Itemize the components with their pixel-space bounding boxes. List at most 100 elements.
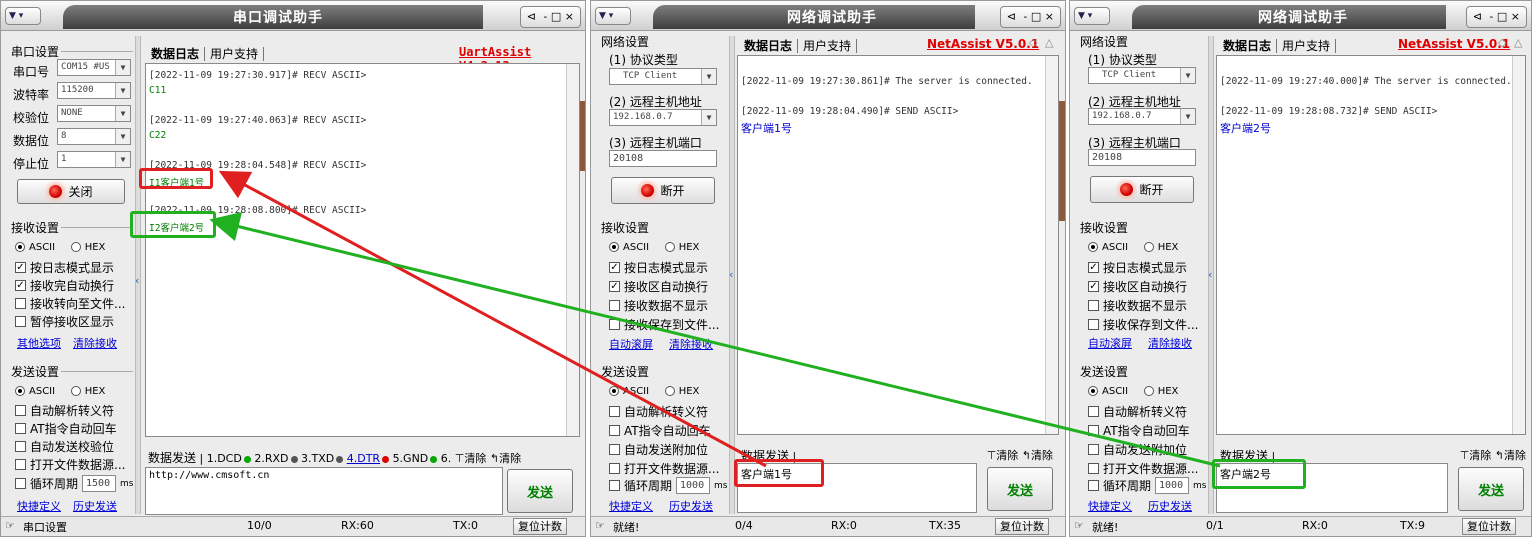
bell-icon[interactable]: △ (1045, 36, 1053, 49)
panel-splitter[interactable]: ‹ (135, 36, 141, 514)
send-hex-radio[interactable] (1143, 386, 1154, 396)
send-option[interactable]: 自动发送校验位 (15, 438, 114, 455)
pin-dtr[interactable]: 4.DTR (347, 452, 380, 465)
clear-recv-link[interactable]: 清除接收 (73, 335, 117, 351)
shortcut-link[interactable]: 快捷定义 (609, 498, 653, 514)
disconnect-button[interactable]: 断开 (1090, 176, 1194, 203)
system-menu-icon[interactable]: ▼ ▾ (595, 7, 631, 25)
send-option[interactable]: 自动发送附加位 (1088, 441, 1187, 458)
send-button[interactable]: 发送 (507, 469, 573, 513)
recv-option[interactable]: 接收转向至文件... (15, 295, 125, 312)
send-option[interactable]: 自动发送附加位 (609, 441, 708, 458)
tab-data-log[interactable]: 数据日志 (741, 39, 795, 53)
send-option[interactable]: 自动解析转义符 (609, 403, 708, 420)
system-menu-icon[interactable]: ▼ ▾ (1074, 7, 1110, 25)
send-option[interactable]: 打开文件数据源... (609, 460, 719, 477)
stopbits-select[interactable]: 1 ▼ (57, 151, 131, 168)
send-option[interactable]: AT指令自动回车 (609, 422, 711, 439)
send-tab-label[interactable]: 数据发送 (148, 451, 196, 465)
send-ascii-radio[interactable] (609, 386, 619, 396)
diamond-icon[interactable]: ◇ (1029, 36, 1037, 49)
recv-ascii-radio[interactable] (609, 242, 619, 252)
shortcut-link[interactable]: 快捷定义 (1088, 498, 1132, 514)
baud-select[interactable]: 115200 ▼ (57, 82, 131, 99)
cycle-input[interactable]: 1000 (676, 477, 711, 494)
recv-hex-radio[interactable] (664, 242, 675, 252)
panel-splitter[interactable]: ‹ (1208, 36, 1214, 514)
send-hex-radio[interactable] (664, 386, 675, 396)
window-controls[interactable]: ⊲ - □ × (999, 6, 1061, 28)
send-option[interactable]: 打开文件数据源... (1088, 460, 1198, 477)
title-bar[interactable]: ▼ ▾ 网络调试助手 ⊲ - □ × (1070, 1, 1531, 31)
recv-hex-radio[interactable] (70, 242, 81, 252)
proto-select[interactable]: TCP Client ▼ (1088, 67, 1196, 84)
log-scrollbar[interactable] (1045, 56, 1058, 434)
recv-option[interactable]: ✓ 接收区自动换行 (1088, 278, 1187, 295)
port-input[interactable]: 20108 (609, 150, 717, 167)
host-select[interactable]: 192.168.0.7 ▼ (609, 109, 717, 126)
auto-scroll-link[interactable]: 自动滚屏 (1088, 335, 1132, 351)
clear-all-button[interactable]: 清除 (1031, 449, 1053, 462)
receive-log-area[interactable]: [2022-11-09 19:27:40.000]# The server is… (1216, 55, 1526, 435)
recv-option[interactable]: ✓ 接收区自动换行 (609, 278, 708, 295)
send-option[interactable]: AT指令自动回车 (1088, 422, 1190, 439)
recv-option[interactable]: 接收数据不显示 (1088, 297, 1187, 314)
receive-log-area[interactable]: [2022-11-09 19:27:30.917]# RECV ASCII> C… (145, 63, 580, 437)
cycle-input[interactable]: 1000 (1155, 477, 1190, 494)
diamond-icon[interactable]: ◇ (1498, 36, 1506, 49)
brand-link[interactable]: NetAssist V5.0.1 (1398, 37, 1510, 51)
cycle-checkbox[interactable] (15, 478, 26, 489)
send-option[interactable]: AT指令自动回车 (15, 420, 117, 437)
recv-option[interactable]: ✓ 接收完自动换行 (15, 277, 114, 294)
tab-data-log[interactable]: 数据日志 (1220, 39, 1274, 53)
clear-all-button[interactable]: 清除 (1504, 449, 1526, 462)
tab-user-support[interactable]: 用户支持 (207, 47, 261, 61)
send-input[interactable]: http://www.cmsoft.cn (145, 467, 503, 515)
log-scrollbar[interactable] (566, 64, 579, 436)
cycle-checkbox[interactable] (1088, 480, 1099, 491)
send-hex-radio[interactable] (70, 386, 81, 396)
tab-data-log[interactable]: 数据日志 (148, 47, 202, 61)
brand-link[interactable]: NetAssist V5.0.1 (927, 37, 1039, 51)
host-select[interactable]: 192.168.0.7 ▼ (1088, 108, 1196, 125)
recv-ascii-radio[interactable] (1088, 242, 1098, 252)
clear-all-button[interactable]: 清除 (499, 452, 521, 465)
reset-count-button[interactable]: 复位计数 (513, 518, 567, 535)
title-bar[interactable]: ▼ ▾ 串口调试助手 ⊲ - □ × (1, 1, 585, 31)
bell-icon[interactable]: △ (1514, 36, 1522, 49)
proto-select[interactable]: TCP Client ▼ (609, 68, 717, 85)
auto-scroll-link[interactable]: 自动滚屏 (609, 336, 653, 352)
system-menu-icon[interactable]: ▼ ▾ (5, 7, 41, 25)
title-bar[interactable]: ▼ ▾ 网络调试助手 ⊲ - □ × (591, 1, 1065, 31)
send-option[interactable]: 打开文件数据源... (15, 456, 125, 473)
databits-select[interactable]: 8 ▼ (57, 128, 131, 145)
clear-send-button[interactable]: 清除 (996, 449, 1018, 462)
clear-send-button[interactable]: 清除 (464, 452, 486, 465)
receive-log-area[interactable]: [2022-11-09 19:27:30.861]# The server is… (737, 55, 1059, 435)
recv-option[interactable]: ✓ 按日志模式显示 (609, 259, 708, 276)
history-link[interactable]: 历史发送 (1148, 498, 1192, 514)
send-option[interactable]: 自动解析转义符 (15, 402, 114, 419)
send-button[interactable]: 发送 (1458, 467, 1524, 511)
cycle-input[interactable]: 1500 (82, 475, 117, 492)
shortcut-link[interactable]: 快捷定义 (17, 498, 61, 514)
disconnect-button[interactable]: 断开 (611, 177, 715, 204)
parity-select[interactable]: NONE ▼ (57, 105, 131, 122)
log-scrollbar[interactable] (1512, 56, 1525, 434)
recv-option[interactable]: 接收保存到文件... (1088, 316, 1198, 333)
send-ascii-radio[interactable] (1088, 386, 1098, 396)
send-ascii-radio[interactable] (15, 386, 25, 396)
recv-option[interactable]: ✓ 按日志模式显示 (1088, 259, 1187, 276)
port-select[interactable]: COM15 #US ▼ (57, 59, 131, 76)
panel-splitter[interactable]: ‹ (729, 36, 735, 514)
recv-option[interactable]: 暂停接收区显示 (15, 313, 114, 330)
other-options-link[interactable]: 其他选项 (17, 335, 61, 351)
window-controls[interactable]: ⊲ - □ × (1465, 6, 1527, 28)
recv-ascii-radio[interactable] (15, 242, 25, 252)
send-button[interactable]: 发送 (987, 467, 1053, 511)
clear-recv-link[interactable]: 清除接收 (1148, 335, 1192, 351)
send-option[interactable]: 自动解析转义符 (1088, 403, 1187, 420)
history-link[interactable]: 历史发送 (669, 498, 713, 514)
clear-send-button[interactable]: 清除 (1469, 449, 1491, 462)
window-controls[interactable]: ⊲ - □ × (519, 6, 581, 28)
